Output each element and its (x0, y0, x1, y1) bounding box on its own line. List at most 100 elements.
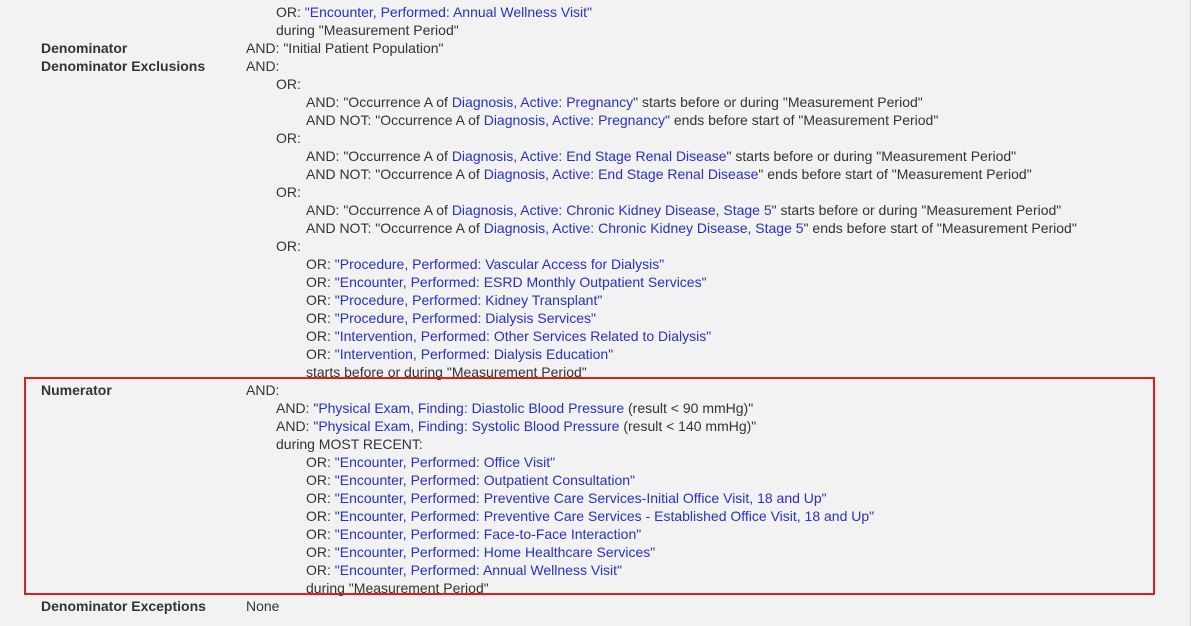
criteria-line: OR: "Procedure, Performed: Vascular Acce… (306, 255, 664, 273)
criteria-text: OR: (306, 544, 335, 560)
data-element-link[interactable]: "Encounter, Performed: Annual Wellness V… (305, 4, 592, 20)
criteria-text: OR: (306, 454, 335, 470)
criteria-text: during MOST RECENT: (276, 436, 423, 452)
criteria-suffix: " ends before start of "Measurement Peri… (665, 112, 939, 128)
criteria-text: None (246, 598, 280, 614)
criteria-text: OR: (306, 346, 335, 362)
criteria-line: OR: (276, 75, 301, 93)
criteria-text: starts before or during "Measurement Per… (306, 364, 587, 380)
data-element-link[interactable]: "Intervention, Performed: Dialysis Educa… (335, 346, 613, 362)
criteria-suffix: " ends before start of "Measurement Peri… (758, 166, 1032, 182)
data-element-link[interactable]: Diagnosis, Active: End Stage Renal Disea… (484, 166, 759, 182)
criteria-suffix: " starts before or during "Measurement P… (771, 202, 1062, 218)
criteria-text: OR: (276, 76, 301, 92)
criteria-line: OR: (276, 237, 301, 255)
measure-logic-page: OR: "Encounter, Performed: Annual Wellne… (0, 0, 1191, 626)
criteria-text: OR: (276, 238, 301, 254)
criteria-text: OR: (306, 274, 335, 290)
data-element-link[interactable]: Diagnosis, Active: Chronic Kidney Diseas… (484, 220, 804, 236)
criteria-text: OR: (306, 490, 335, 506)
data-element-link[interactable]: "Procedure, Performed: Vascular Access f… (335, 256, 664, 272)
data-element-link[interactable]: "Encounter, Performed: Home Healthcare S… (335, 544, 655, 560)
criteria-line: AND: (246, 381, 279, 399)
criteria-text: OR: (306, 562, 335, 578)
criteria-text: OR: (306, 310, 335, 326)
criteria-text: AND: "Initial Patient Population" (246, 40, 444, 56)
criteria-line: AND NOT: "Occurrence A of Diagnosis, Act… (306, 111, 938, 129)
criteria-text: AND: (246, 382, 280, 398)
data-element-link[interactable]: "Encounter, Performed: Preventive Care S… (335, 490, 827, 506)
criteria-text: AND: "Occurrence A of (306, 148, 452, 164)
criteria-text: OR: (276, 4, 305, 20)
criteria-line: AND: "Physical Exam, Finding: Diastolic … (276, 399, 753, 417)
criteria-text: OR: (306, 526, 335, 542)
data-element-link[interactable]: "Encounter, Performed: Preventive Care S… (335, 508, 874, 524)
data-element-link[interactable]: Physical Exam, Finding: Systolic Blood P… (318, 418, 619, 434)
criteria-text: during "Measurement Period" (276, 22, 459, 38)
criteria-line: OR: "Encounter, Performed: Face-to-Face … (306, 525, 641, 543)
criteria-text: OR: (306, 256, 335, 272)
criteria-text: AND NOT: "Occurrence A of (306, 220, 484, 236)
criteria-text: AND: (246, 58, 280, 74)
data-element-link[interactable]: "Encounter, Performed: Outpatient Consul… (335, 472, 635, 488)
criteria-line: AND: "Occurrence A of Diagnosis, Active:… (306, 93, 923, 111)
criteria-line: during "Measurement Period" (306, 579, 489, 597)
criteria-text: OR: (306, 508, 335, 524)
criteria-line: OR: "Encounter, Performed: Preventive Ca… (306, 507, 874, 525)
criteria-line: during MOST RECENT: (276, 435, 423, 453)
data-element-link[interactable]: Diagnosis, Active: End Stage Renal Disea… (452, 148, 727, 164)
criteria-suffix: " starts before or during "Measurement P… (726, 148, 1017, 164)
data-element-link[interactable]: "Intervention, Performed: Other Services… (335, 328, 711, 344)
criteria-text: AND: " (276, 418, 319, 434)
criteria-line: OR: "Procedure, Performed: Kidney Transp… (306, 291, 602, 309)
criteria-line: OR: "Encounter, Performed: Annual Wellne… (306, 561, 622, 579)
criteria-text: OR: (306, 328, 335, 344)
criteria-text: AND: "Occurrence A of (306, 202, 452, 218)
criteria-suffix: (result < 140 mmHg)" (619, 418, 757, 434)
criteria-line: OR: (276, 183, 301, 201)
data-element-link[interactable]: Diagnosis, Active: Pregnancy (452, 94, 633, 110)
data-element-link[interactable]: "Encounter, Performed: ESRD Monthly Outp… (335, 274, 707, 290)
criteria-line: OR: "Intervention, Performed: Other Serv… (306, 327, 711, 345)
criteria-suffix: " ends before start of "Measurement Peri… (803, 220, 1077, 236)
criteria-text: OR: (306, 292, 335, 308)
criteria-text: AND NOT: "Occurrence A of (306, 112, 484, 128)
criteria-line: OR: "Encounter, Performed: Office Visit" (306, 453, 555, 471)
criteria-text: AND NOT: "Occurrence A of (306, 166, 484, 182)
criteria-suffix: " starts before or during "Measurement P… (633, 94, 923, 110)
data-element-link[interactable]: Diagnosis, Active: Chronic Kidney Diseas… (452, 202, 772, 218)
criteria-line: OR: "Encounter, Performed: Outpatient Co… (306, 471, 635, 489)
row-label: Denominator (41, 40, 128, 56)
criteria-line: OR: "Encounter, Performed: Home Healthca… (306, 543, 655, 561)
criteria-line: starts before or during "Measurement Per… (306, 363, 587, 381)
criteria-line: OR: "Procedure, Performed: Dialysis Serv… (306, 309, 596, 327)
criteria-text: OR: (306, 472, 335, 488)
criteria-line: OR: "Encounter, Performed: Annual Wellne… (276, 3, 592, 21)
criteria-line: OR: "Intervention, Performed: Dialysis E… (306, 345, 613, 363)
criteria-line: AND: (246, 57, 279, 75)
criteria-text: during "Measurement Period" (306, 580, 489, 596)
data-element-link[interactable]: Physical Exam, Finding: Diastolic Blood … (318, 400, 624, 416)
criteria-line: AND NOT: "Occurrence A of Diagnosis, Act… (306, 165, 1032, 183)
criteria-line: OR: (276, 129, 301, 147)
criteria-text: OR: (276, 184, 301, 200)
row-label: Numerator (41, 382, 112, 398)
data-element-link[interactable]: Diagnosis, Active: Pregnancy (484, 112, 665, 128)
criteria-suffix: (result < 90 mmHg)" (624, 400, 754, 416)
criteria-line: OR: "Encounter, Performed: Preventive Ca… (306, 489, 827, 507)
criteria-line: AND: "Occurrence A of Diagnosis, Active:… (306, 201, 1061, 219)
criteria-line: AND: "Initial Patient Population" (246, 39, 444, 57)
row-label: Denominator Exclusions (41, 58, 206, 74)
data-element-link[interactable]: "Procedure, Performed: Kidney Transplant… (335, 292, 603, 308)
criteria-line: AND: "Occurrence A of Diagnosis, Active:… (306, 147, 1016, 165)
criteria-line: OR: "Encounter, Performed: ESRD Monthly … (306, 273, 707, 291)
criteria-line: None (246, 597, 279, 615)
criteria-text: AND: "Occurrence A of (306, 94, 452, 110)
data-element-link[interactable]: "Encounter, Performed: Office Visit" (335, 454, 555, 470)
data-element-link[interactable]: "Encounter, Performed: Annual Wellness V… (335, 562, 622, 578)
data-element-link[interactable]: "Encounter, Performed: Face-to-Face Inte… (335, 526, 641, 542)
criteria-line: AND: "Physical Exam, Finding: Systolic B… (276, 417, 756, 435)
row-label: Denominator Exceptions (41, 598, 206, 614)
data-element-link[interactable]: "Procedure, Performed: Dialysis Services… (335, 310, 596, 326)
criteria-line: during "Measurement Period" (276, 21, 459, 39)
